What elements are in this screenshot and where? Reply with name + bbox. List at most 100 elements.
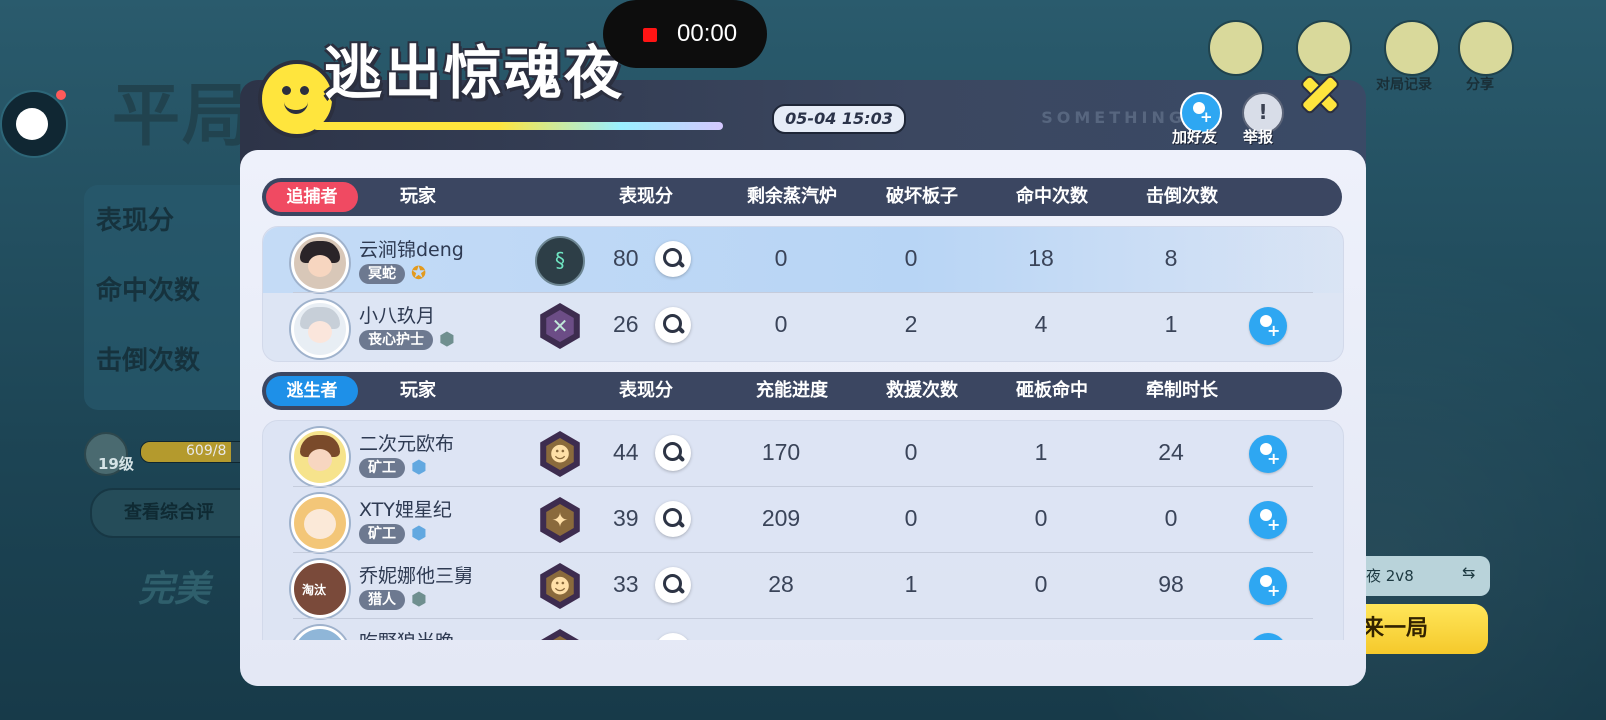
close-icon[interactable] bbox=[1296, 70, 1340, 114]
share-label: 分享 bbox=[1466, 77, 1494, 93]
title-underline bbox=[313, 122, 723, 130]
table-row[interactable]: 吃野狼当晚 + bbox=[263, 619, 1343, 640]
col-knockdowns: 击倒次数 bbox=[1146, 186, 1218, 207]
score-value: 33 bbox=[613, 571, 639, 597]
table-row[interactable]: 小八玖月 丧心护士 ⬢ ✕ 26 0 2 4 1 + bbox=[263, 293, 1343, 359]
xp-text: 609/8 bbox=[186, 443, 227, 459]
avatar[interactable] bbox=[291, 300, 349, 358]
player-name: 二次元欧布 bbox=[359, 433, 455, 455]
perfect-text: 完美 bbox=[138, 569, 211, 610]
character-tag: 冥蛇 bbox=[359, 264, 405, 284]
hunter-header: 追捕者 玩家 表现分 剩余蒸汽炉 破坏板子 命中次数 击倒次数 bbox=[262, 178, 1342, 216]
record-toggle-icon[interactable] bbox=[0, 90, 68, 158]
avatar[interactable] bbox=[291, 626, 349, 640]
player-name: 云涧锦deng bbox=[359, 239, 464, 261]
result-title: 平局 bbox=[112, 77, 253, 156]
scoreboard-scroll-area[interactable]: 追捕者 玩家 表现分 剩余蒸汽炉 破坏板子 命中次数 击倒次数 云涧锦deng … bbox=[240, 150, 1366, 640]
swap-icon[interactable]: ⇆ bbox=[1462, 563, 1475, 582]
game-title: 逃出惊魂夜 bbox=[324, 39, 625, 107]
match-history-label: 对局记录 bbox=[1376, 77, 1432, 93]
stat-rescues: 0 bbox=[904, 439, 918, 465]
stat-charge-progress: 170 bbox=[761, 439, 801, 465]
notification-dot bbox=[56, 90, 66, 100]
header-decoration-text: SOMETHING bbox=[1041, 108, 1186, 127]
character-icon: ☻ bbox=[540, 431, 580, 477]
character-tag: 猎人 bbox=[359, 590, 405, 610]
character-tag: 矿工 bbox=[359, 524, 405, 544]
avatar[interactable]: 淘汰 bbox=[291, 560, 349, 618]
col-charge-progress: 充能进度 bbox=[756, 380, 828, 401]
player-name: XTY娌星纪 bbox=[359, 499, 452, 521]
table-row[interactable]: XTY娌星纪 矿工 ⬢ ✦ 39 209 0 0 0 + bbox=[263, 487, 1343, 553]
search-icon[interactable] bbox=[655, 241, 691, 277]
rank-badge-icon: ⬢ bbox=[411, 457, 427, 478]
character-icon bbox=[540, 629, 580, 640]
col-rescues: 救援次数 bbox=[886, 380, 958, 401]
survivor-role-tag: 逃生者 bbox=[266, 376, 358, 406]
score-value: 39 bbox=[613, 505, 639, 531]
character-tag: 丧心护士 bbox=[359, 330, 433, 350]
table-row[interactable]: 淘汰 乔妮娜他三舅 猎人 ⬢ ☻ 33 28 1 0 98 + bbox=[263, 553, 1343, 619]
col-score: 表现分 bbox=[619, 186, 673, 207]
avatar[interactable] bbox=[291, 234, 349, 292]
stat-label-score: 表现分 bbox=[96, 206, 175, 236]
col-remaining-boilers: 剩余蒸汽炉 bbox=[747, 186, 837, 207]
col-player: 玩家 bbox=[400, 186, 436, 207]
search-icon[interactable] bbox=[655, 633, 691, 640]
col-kite-time: 牵制时长 bbox=[1146, 380, 1218, 401]
stat-hits: 18 bbox=[1028, 245, 1054, 271]
warning-icon: ! bbox=[1258, 100, 1268, 124]
avatar[interactable] bbox=[291, 494, 349, 552]
player-name: 乔妮娜他三舅 bbox=[359, 565, 474, 587]
search-icon[interactable] bbox=[655, 567, 691, 603]
avatar[interactable] bbox=[291, 428, 349, 486]
stat-kite-time: 98 bbox=[1158, 571, 1184, 597]
stat-boards-broken: 0 bbox=[904, 245, 918, 271]
add-friend-icon[interactable]: + bbox=[1249, 633, 1287, 640]
survivor-header: 逃生者 玩家 表现分 充能进度 救援次数 砸板命中 牵制时长 bbox=[262, 372, 1342, 410]
badge-icon[interactable] bbox=[1296, 20, 1352, 76]
table-row[interactable]: 二次元欧布 矿工 ⬢ ☻ 44 170 0 1 24 + bbox=[263, 421, 1343, 487]
score-value: 26 bbox=[613, 311, 639, 337]
hunter-list: 云涧锦deng 冥蛇 ✪ § 80 0 0 18 8 小八玖月 丧心护士 ⬢ ✕… bbox=[262, 226, 1344, 362]
character-icon: § bbox=[535, 236, 585, 286]
character-tag: 矿工 bbox=[359, 458, 405, 478]
stat-charge-progress: 28 bbox=[768, 571, 794, 597]
score-value: 44 bbox=[613, 439, 639, 465]
col-score: 表现分 bbox=[619, 380, 673, 401]
add-friend-icon[interactable]: + bbox=[1249, 501, 1287, 539]
character-icon: ✦ bbox=[540, 497, 580, 543]
add-friend-icon[interactable]: + bbox=[1249, 567, 1287, 605]
character-icon: ✕ bbox=[540, 303, 580, 349]
gift-icon[interactable] bbox=[1208, 20, 1264, 76]
add-friend-icon[interactable]: + bbox=[1249, 435, 1287, 473]
stat-kite-time: 0 bbox=[1164, 505, 1178, 531]
report-label: 举报 bbox=[1243, 128, 1274, 146]
add-friend-icon[interactable]: + bbox=[1249, 307, 1287, 345]
stat-board-hits: 0 bbox=[1034, 571, 1048, 597]
col-hits: 命中次数 bbox=[1016, 186, 1088, 207]
survivor-list: 二次元欧布 矿工 ⬢ ☻ 44 170 0 1 24 + XTY娌星纪 矿工 ⬢… bbox=[262, 420, 1344, 640]
stat-board-hits: 1 bbox=[1034, 439, 1048, 465]
rank-badge-icon: ✪ bbox=[411, 263, 427, 284]
table-row[interactable]: 云涧锦deng 冥蛇 ✪ § 80 0 0 18 8 bbox=[263, 227, 1343, 293]
character-icon: ☻ bbox=[540, 563, 580, 609]
record-stop-icon[interactable] bbox=[643, 28, 657, 42]
stat-knockdowns: 8 bbox=[1164, 245, 1178, 271]
rank-badge-icon: ⬢ bbox=[439, 329, 455, 350]
search-icon[interactable] bbox=[655, 501, 691, 537]
rank-badge-icon: ⬢ bbox=[411, 589, 427, 610]
stat-hits: 4 bbox=[1034, 311, 1048, 337]
stat-rescues: 0 bbox=[904, 505, 918, 531]
search-icon[interactable] bbox=[655, 435, 691, 471]
screen-recording-indicator[interactable]: 00:00 bbox=[603, 0, 767, 68]
stat-board-hits: 0 bbox=[1034, 505, 1048, 531]
recording-time: 00:00 bbox=[677, 20, 738, 47]
stat-charge-progress: 209 bbox=[761, 505, 801, 531]
score-value: 80 bbox=[613, 245, 639, 271]
stat-rescues: 1 bbox=[904, 571, 918, 597]
add-friend-label: 加好友 bbox=[1172, 128, 1218, 146]
share-icon[interactable] bbox=[1458, 20, 1514, 76]
search-icon[interactable] bbox=[655, 307, 691, 343]
match-history-icon[interactable] bbox=[1384, 20, 1440, 76]
